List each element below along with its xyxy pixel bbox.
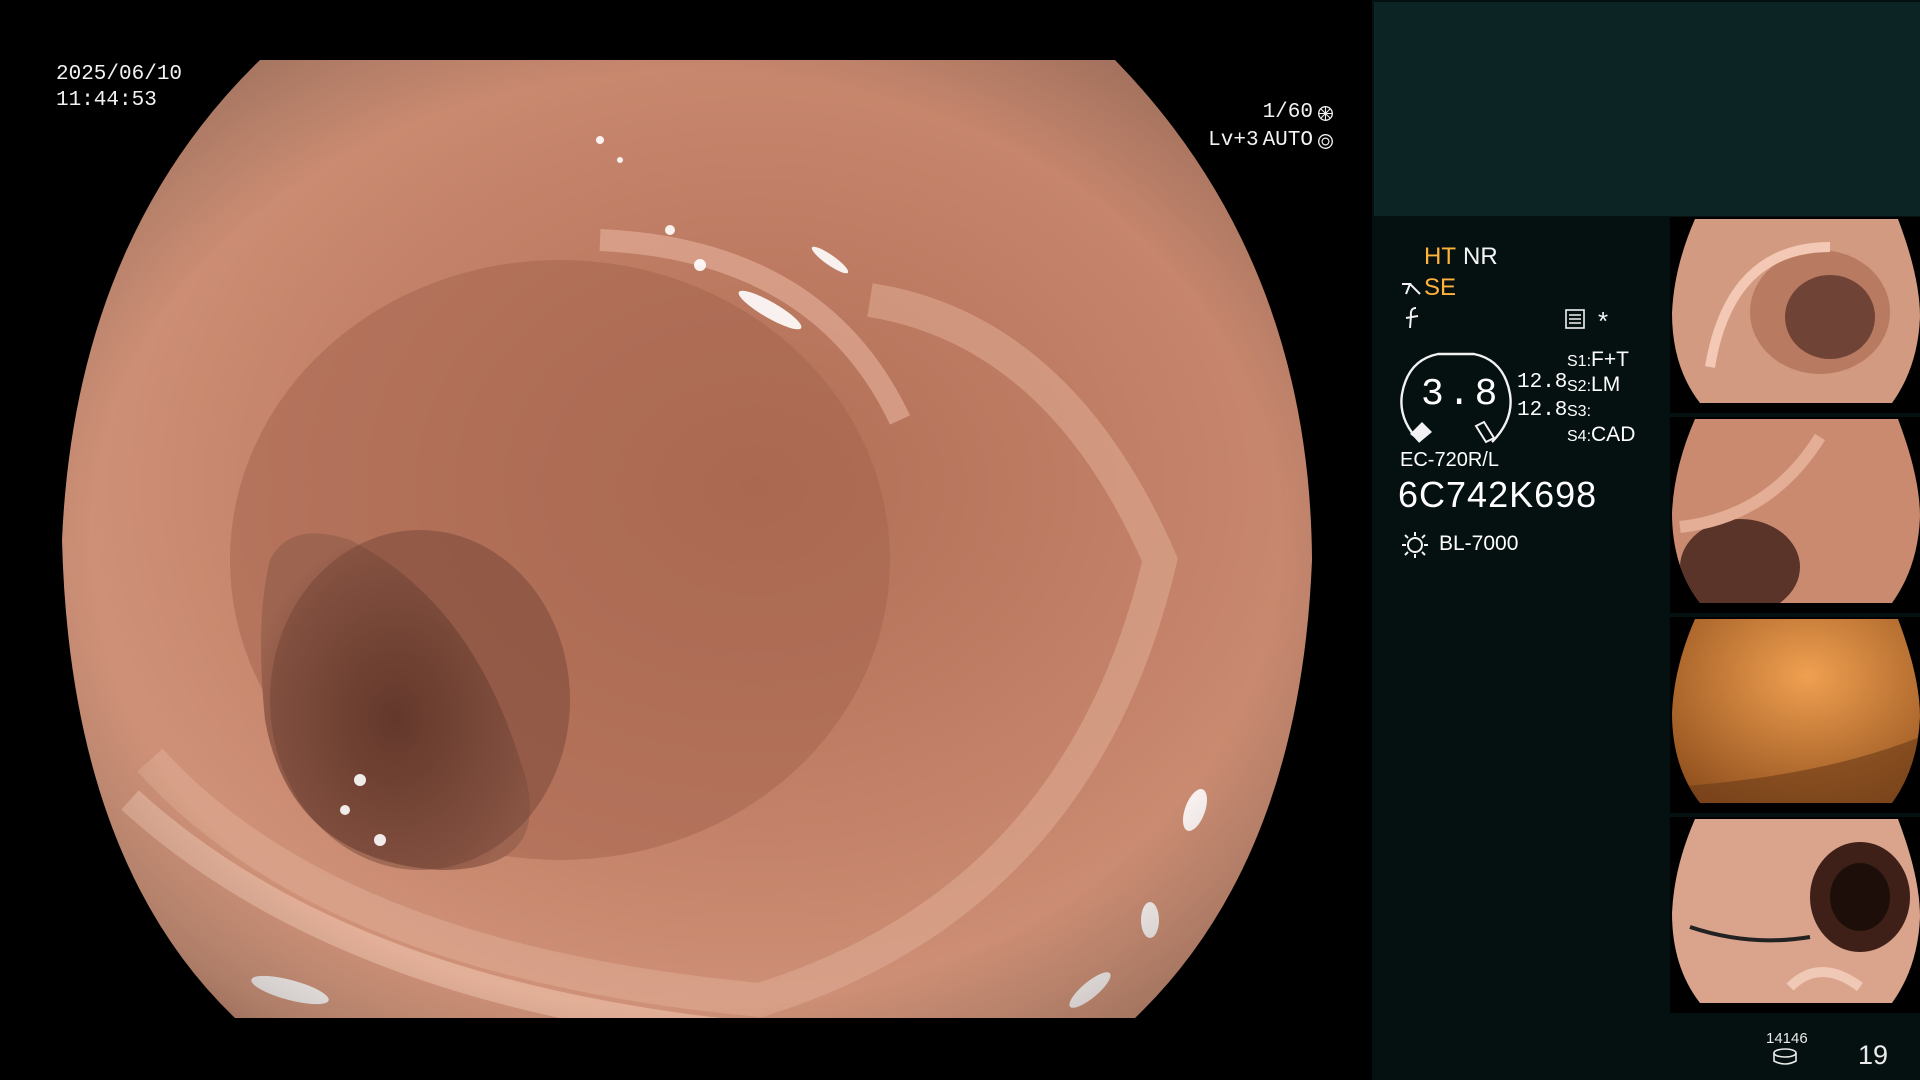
thumbnail-image (1672, 219, 1920, 403)
se-indicator: SE (1424, 274, 1457, 301)
side-panel-header-area (1374, 2, 1920, 216)
scope-model-text: EC-720R/L (1400, 449, 1499, 471)
switch-assignment-s4: S4:CAD (1567, 423, 1636, 446)
function-icon (1405, 307, 1419, 329)
nr-indicator: NR (1463, 243, 1498, 270)
iris-icon (1318, 133, 1333, 149)
thumbnail-4[interactable] (1670, 817, 1920, 1013)
endoscope-main-view: 2025/06/10 11:44:53 1/60 Lv+3 AUTO (0, 0, 1372, 1080)
image-counter: 14146 (1766, 1030, 1808, 1047)
structure-enhance-icon (1402, 283, 1421, 295)
exposure-overlay: 1/60 Lv+3 AUTO (1208, 99, 1334, 155)
thumbnail-1[interactable] (1670, 217, 1920, 413)
ht-indicator: HT (1424, 243, 1456, 270)
readout-top: 12.8 (1517, 371, 1568, 394)
switch-assignment-s3: S3: (1567, 403, 1592, 420)
shutter-speed-text: 1/60 (1262, 101, 1313, 124)
star-indicator: * (1598, 306, 1609, 336)
mode-icon (1565, 309, 1585, 329)
brightness-level-text: Lv+3 (1208, 129, 1259, 152)
light-source-text: BL-7000 (1439, 532, 1519, 555)
thumbnail-image (1672, 419, 1920, 603)
scope-serial-text: 6C742K698 (1398, 474, 1598, 515)
switch-assignment-s1: S1:F+T (1567, 348, 1629, 371)
switch-assignment-s2: S2:LM (1567, 373, 1621, 396)
endoscopy-image (62, 60, 1312, 1018)
zoom-value: 3.8 (1421, 373, 1502, 416)
processor-info-area (1372, 216, 1670, 1080)
iris-mode-text: AUTO (1262, 129, 1313, 152)
date-text: 2025/06/10 (56, 63, 183, 86)
light-source-icon (1402, 532, 1428, 558)
date-time-overlay: 2025/06/10 11:44:53 (56, 62, 182, 114)
thumbnail-2[interactable] (1670, 417, 1920, 613)
thumbnail-image (1672, 619, 1920, 803)
captured-count: 19 (1858, 1040, 1889, 1070)
storage-icon (1773, 1048, 1797, 1065)
time-text: 11:44:53 (56, 89, 157, 112)
thumbnail-3[interactable] (1670, 617, 1920, 813)
shutter-icon (1318, 105, 1333, 121)
readout-bottom: 12.8 (1517, 399, 1568, 422)
thumbnail-image (1672, 819, 1920, 1003)
